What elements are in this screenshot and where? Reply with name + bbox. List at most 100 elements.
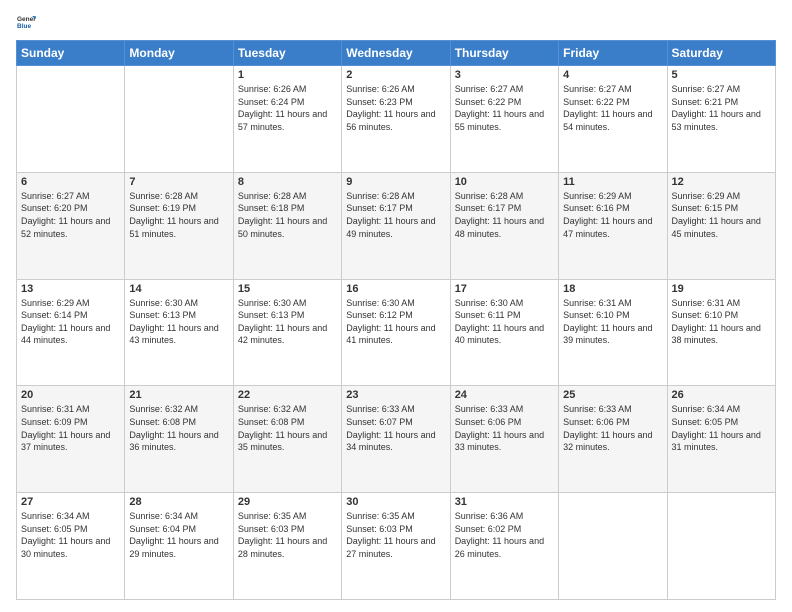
calendar-cell [17, 66, 125, 173]
day-number: 25 [563, 389, 662, 401]
day-header-tuesday: Tuesday [233, 41, 341, 66]
calendar-week-row: 27Sunrise: 6:34 AMSunset: 6:05 PMDayligh… [17, 493, 776, 600]
calendar-cell: 8 Sunrise: 6:28 AMSunset: 6:18 PMDaylight… [233, 172, 341, 279]
calendar-cell: 30Sunrise: 6:35 AMSunset: 6:03 PMDayligh… [342, 493, 450, 600]
day-number: 26 [672, 389, 771, 401]
calendar-cell: 29 Sunrise: 6:35 AMSunset: 6:03 PMDayligh… [233, 493, 341, 600]
day-info: Sunrise: 6:28 AMSunset: 6:17 PMDaylight:… [455, 191, 544, 239]
day-number: 6 [21, 176, 120, 188]
day-header-friday: Friday [559, 41, 667, 66]
day-header-thursday: Thursday [450, 41, 558, 66]
day-info: Sunrise: 6:29 AMSunset: 6:15 PMDaylight:… [672, 191, 761, 239]
calendar-cell: 31Sunrise: 6:36 AMSunset: 6:02 PMDayligh… [450, 493, 558, 600]
day-number: 18 [563, 283, 662, 295]
day-number: 29 [238, 496, 337, 508]
calendar-cell: 6 Sunrise: 6:27 AMSunset: 6:20 PMDaylight… [17, 172, 125, 279]
calendar-cell: 23Sunrise: 6:33 AMSunset: 6:07 PMDayligh… [342, 386, 450, 493]
calendar-cell [559, 493, 667, 600]
day-number: 22 [238, 389, 337, 401]
calendar-table: SundayMondayTuesdayWednesdayThursdayFrid… [16, 40, 776, 600]
day-number: 19 [672, 283, 771, 295]
day-info: Sunrise: 6:35 AMSunset: 6:03 PMDaylight:… [238, 511, 327, 559]
calendar-week-row: 6 Sunrise: 6:27 AMSunset: 6:20 PMDaylight… [17, 172, 776, 279]
calendar-cell: 11 Sunrise: 6:29 AMSunset: 6:16 PMDayligh… [559, 172, 667, 279]
day-info: Sunrise: 6:26 AMSunset: 6:24 PMDaylight:… [238, 84, 327, 132]
day-number: 2 [346, 69, 445, 81]
day-info: Sunrise: 6:31 AMSunset: 6:10 PMDaylight:… [563, 298, 652, 346]
day-info: Sunrise: 6:35 AMSunset: 6:03 PMDaylight:… [346, 511, 435, 559]
calendar-cell: 4 Sunrise: 6:27 AMSunset: 6:22 PMDaylight… [559, 66, 667, 173]
calendar-cell: 22 Sunrise: 6:32 AMSunset: 6:08 PMDayligh… [233, 386, 341, 493]
day-info: Sunrise: 6:28 AMSunset: 6:19 PMDaylight:… [129, 191, 218, 239]
day-info: Sunrise: 6:34 AMSunset: 6:05 PMDaylight:… [672, 404, 761, 452]
day-number: 9 [346, 176, 445, 188]
day-info: Sunrise: 6:34 AMSunset: 6:05 PMDaylight:… [21, 511, 110, 559]
day-number: 8 [238, 176, 337, 188]
calendar-cell: 1 Sunrise: 6:26 AMSunset: 6:24 PMDaylight… [233, 66, 341, 173]
calendar-cell: 27Sunrise: 6:34 AMSunset: 6:05 PMDayligh… [17, 493, 125, 600]
day-info: Sunrise: 6:31 AMSunset: 6:10 PMDaylight:… [672, 298, 761, 346]
calendar-week-row: 1 Sunrise: 6:26 AMSunset: 6:24 PMDaylight… [17, 66, 776, 173]
day-info: Sunrise: 6:29 AMSunset: 6:14 PMDaylight:… [21, 298, 110, 346]
calendar-cell: 9 Sunrise: 6:28 AMSunset: 6:17 PMDaylight… [342, 172, 450, 279]
calendar-cell: 18 Sunrise: 6:31 AMSunset: 6:10 PMDayligh… [559, 279, 667, 386]
day-info: Sunrise: 6:33 AMSunset: 6:07 PMDaylight:… [346, 404, 435, 452]
day-info: Sunrise: 6:27 AMSunset: 6:22 PMDaylight:… [563, 84, 652, 132]
calendar-cell [125, 66, 233, 173]
day-number: 4 [563, 69, 662, 81]
day-number: 15 [238, 283, 337, 295]
calendar-cell: 2 Sunrise: 6:26 AMSunset: 6:23 PMDaylight… [342, 66, 450, 173]
day-info: Sunrise: 6:32 AMSunset: 6:08 PMDaylight:… [238, 404, 327, 452]
day-info: Sunrise: 6:34 AMSunset: 6:04 PMDaylight:… [129, 511, 218, 559]
day-number: 3 [455, 69, 554, 81]
day-info: Sunrise: 6:27 AMSunset: 6:22 PMDaylight:… [455, 84, 544, 132]
day-number: 1 [238, 69, 337, 81]
day-info: Sunrise: 6:31 AMSunset: 6:09 PMDaylight:… [21, 404, 110, 452]
day-info: Sunrise: 6:36 AMSunset: 6:02 PMDaylight:… [455, 511, 544, 559]
day-number: 11 [563, 176, 662, 188]
calendar-cell: 15Sunrise: 6:30 AMSunset: 6:13 PMDayligh… [233, 279, 341, 386]
day-info: Sunrise: 6:30 AMSunset: 6:12 PMDaylight:… [346, 298, 435, 346]
calendar-cell: 17 Sunrise: 6:30 AMSunset: 6:11 PMDayligh… [450, 279, 558, 386]
day-info: Sunrise: 6:33 AMSunset: 6:06 PMDaylight:… [563, 404, 652, 452]
calendar-cell: 28 Sunrise: 6:34 AMSunset: 6:04 PMDayligh… [125, 493, 233, 600]
day-number: 28 [129, 496, 228, 508]
day-info: Sunrise: 6:30 AMSunset: 6:13 PMDaylight:… [129, 298, 218, 346]
calendar-cell: 14 Sunrise: 6:30 AMSunset: 6:13 PMDayligh… [125, 279, 233, 386]
calendar-cell: 19 Sunrise: 6:31 AMSunset: 6:10 PMDayligh… [667, 279, 775, 386]
day-info: Sunrise: 6:27 AMSunset: 6:21 PMDaylight:… [672, 84, 761, 132]
day-info: Sunrise: 6:28 AMSunset: 6:17 PMDaylight:… [346, 191, 435, 239]
calendar-cell: 13 Sunrise: 6:29 AMSunset: 6:14 PMDayligh… [17, 279, 125, 386]
logo-icon: General Blue [16, 12, 36, 32]
day-header-wednesday: Wednesday [342, 41, 450, 66]
day-number: 17 [455, 283, 554, 295]
calendar-header-row: SundayMondayTuesdayWednesdayThursdayFrid… [17, 41, 776, 66]
day-info: Sunrise: 6:28 AMSunset: 6:18 PMDaylight:… [238, 191, 327, 239]
day-header-monday: Monday [125, 41, 233, 66]
day-number: 14 [129, 283, 228, 295]
day-number: 12 [672, 176, 771, 188]
day-info: Sunrise: 6:26 AMSunset: 6:23 PMDaylight:… [346, 84, 435, 132]
day-number: 5 [672, 69, 771, 81]
day-info: Sunrise: 6:32 AMSunset: 6:08 PMDaylight:… [129, 404, 218, 452]
calendar-cell: 5 Sunrise: 6:27 AMSunset: 6:21 PMDaylight… [667, 66, 775, 173]
calendar-cell [667, 493, 775, 600]
day-number: 16 [346, 283, 445, 295]
calendar-cell: 10Sunrise: 6:28 AMSunset: 6:17 PMDayligh… [450, 172, 558, 279]
svg-text:General: General [17, 16, 36, 23]
calendar-cell: 26 Sunrise: 6:34 AMSunset: 6:05 PMDayligh… [667, 386, 775, 493]
day-info: Sunrise: 6:30 AMSunset: 6:11 PMDaylight:… [455, 298, 544, 346]
day-number: 20 [21, 389, 120, 401]
svg-text:Blue: Blue [17, 23, 31, 30]
day-info: Sunrise: 6:33 AMSunset: 6:06 PMDaylight:… [455, 404, 544, 452]
day-header-saturday: Saturday [667, 41, 775, 66]
day-number: 24 [455, 389, 554, 401]
calendar-cell: 25 Sunrise: 6:33 AMSunset: 6:06 PMDayligh… [559, 386, 667, 493]
day-number: 13 [21, 283, 120, 295]
calendar-cell: 20 Sunrise: 6:31 AMSunset: 6:09 PMDayligh… [17, 386, 125, 493]
day-info: Sunrise: 6:29 AMSunset: 6:16 PMDaylight:… [563, 191, 652, 239]
day-info: Sunrise: 6:27 AMSunset: 6:20 PMDaylight:… [21, 191, 110, 239]
header: General Blue [16, 12, 776, 32]
calendar-cell: 21Sunrise: 6:32 AMSunset: 6:08 PMDayligh… [125, 386, 233, 493]
calendar-cell: 3 Sunrise: 6:27 AMSunset: 6:22 PMDaylight… [450, 66, 558, 173]
